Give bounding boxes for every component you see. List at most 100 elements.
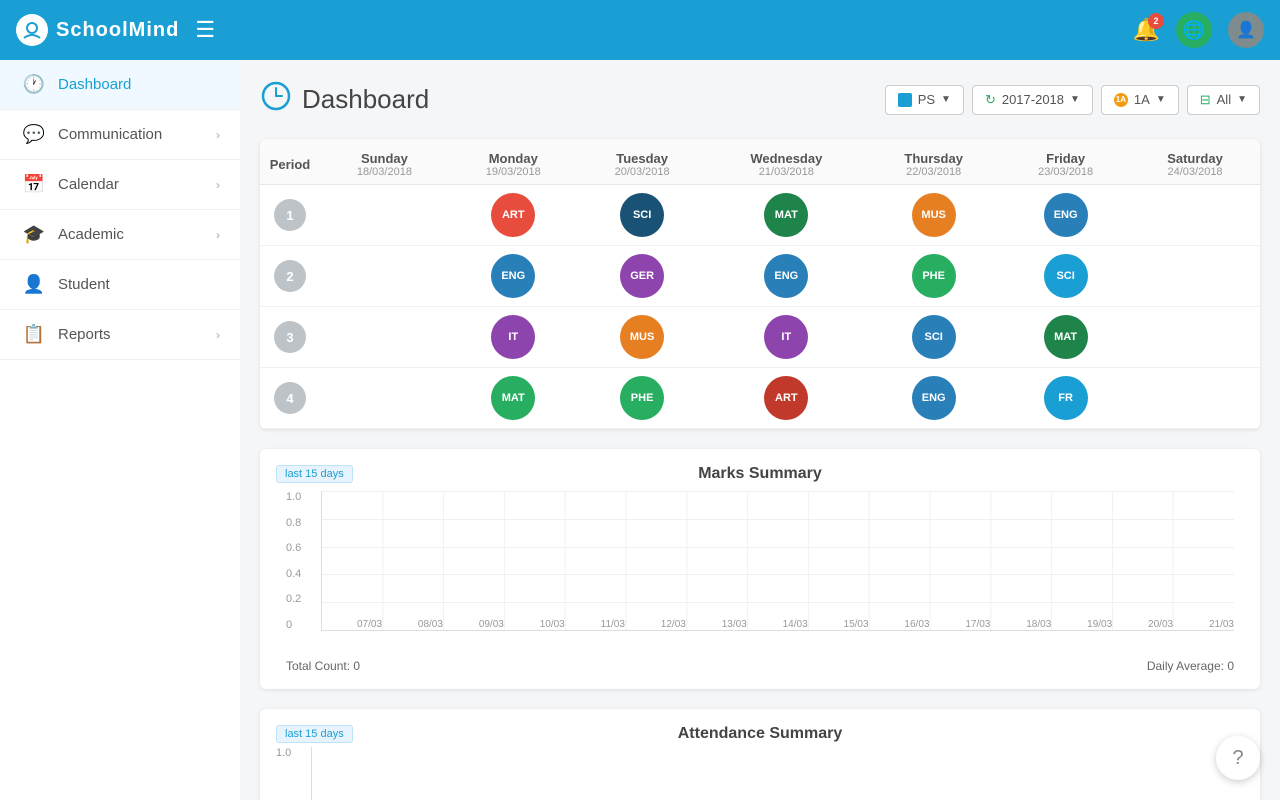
chevron-right-icon: › xyxy=(216,128,220,142)
period-cell: 1 xyxy=(260,185,320,246)
slot-saturday xyxy=(1130,368,1260,429)
subject-circle[interactable]: ART xyxy=(764,376,808,420)
period-number: 3 xyxy=(274,321,306,353)
marks-x-labels: 07/0308/0309/0310/0311/0312/0313/0314/03… xyxy=(357,619,1234,630)
subject-circle[interactable]: ENG xyxy=(491,254,535,298)
all-icon: ⊟ xyxy=(1200,92,1211,108)
marks-last-days-badge: last 15 days xyxy=(276,465,353,483)
period-number: 4 xyxy=(274,382,306,414)
student-icon: 👤 xyxy=(20,274,48,295)
subject-circle[interactable]: ENG xyxy=(764,254,808,298)
tuesday-col-header: Tuesday 20/03/2018 xyxy=(578,139,707,185)
ps-selector[interactable]: PS ▼ xyxy=(885,85,964,115)
user-avatar[interactable]: 👤 xyxy=(1228,12,1264,48)
main-layout: 🕐 Dashboard 💬 Communication › 📅 Calendar… xyxy=(0,60,1280,800)
academic-icon: 🎓 xyxy=(20,224,48,245)
subject-circle[interactable]: PHE xyxy=(912,254,956,298)
class-icon: 1A xyxy=(1114,93,1128,107)
slot-wednesday: MAT xyxy=(707,185,867,246)
period-number: 2 xyxy=(274,260,306,292)
marks-chart-grid: 07/0308/0309/0310/0311/0312/0313/0314/03… xyxy=(321,491,1234,631)
subject-circle[interactable]: MAT xyxy=(1044,315,1088,359)
all-label: All xyxy=(1217,92,1231,107)
marks-chart-footer: Total Count: 0 Daily Average: 0 xyxy=(276,659,1244,673)
app-header: SchoolMind ☰ 🔔 2 🌐 👤 xyxy=(0,0,1280,60)
sidebar-item-student[interactable]: 👤 Student xyxy=(0,260,240,310)
chevron-right-icon: › xyxy=(216,178,220,192)
subject-circle[interactable]: MAT xyxy=(491,376,535,420)
chevron-right-icon: › xyxy=(216,328,220,342)
sidebar: 🕐 Dashboard 💬 Communication › 📅 Calendar… xyxy=(0,60,240,800)
subject-circle[interactable]: ENG xyxy=(1044,193,1088,237)
slot-tuesday: PHE xyxy=(578,368,707,429)
table-row: 2 ENG GER ENG PHE SCI xyxy=(260,246,1260,307)
attendance-summary-card: last 15 days Attendance Summary 1.0 xyxy=(260,709,1260,800)
sidebar-label-calendar: Calendar xyxy=(58,176,216,193)
slot-thursday: PHE xyxy=(866,246,1001,307)
period-cell: 4 xyxy=(260,368,320,429)
subject-circle[interactable]: GER xyxy=(620,254,664,298)
subject-circle[interactable]: SCI xyxy=(912,315,956,359)
friday-col-header: Friday 23/03/2018 xyxy=(1001,139,1130,185)
marks-summary-title: Marks Summary xyxy=(698,465,822,483)
hamburger-menu[interactable]: ☰ xyxy=(195,17,215,43)
slot-friday: MAT xyxy=(1001,307,1130,368)
slot-thursday: SCI xyxy=(866,307,1001,368)
app-logo: SchoolMind xyxy=(16,14,179,46)
subject-circle[interactable]: FR xyxy=(1044,376,1088,420)
subject-circle[interactable]: SCI xyxy=(620,193,664,237)
subject-circle[interactable]: ART xyxy=(491,193,535,237)
notification-button[interactable]: 🔔 2 xyxy=(1133,17,1160,43)
all-caret: ▼ xyxy=(1237,94,1247,105)
dashboard-icon: 🕐 xyxy=(20,74,48,95)
period-cell: 2 xyxy=(260,246,320,307)
notification-badge: 2 xyxy=(1148,13,1164,29)
subject-circle[interactable]: PHE xyxy=(620,376,664,420)
logo-icon xyxy=(16,14,48,46)
sidebar-item-dashboard[interactable]: 🕐 Dashboard xyxy=(0,60,240,110)
sidebar-label-dashboard: Dashboard xyxy=(58,76,220,93)
attendance-last-days-badge: last 15 days xyxy=(276,725,353,743)
slot-wednesday: ART xyxy=(707,368,867,429)
subject-circle[interactable]: SCI xyxy=(1044,254,1088,298)
ps-icon xyxy=(898,93,912,107)
class-selector[interactable]: 1A 1A ▼ xyxy=(1101,85,1179,115)
marks-grid-svg xyxy=(322,491,1234,630)
marks-summary-card: last 15 days Marks Summary 1.00.80.60.40… xyxy=(260,449,1260,689)
help-button[interactable]: ? xyxy=(1216,736,1260,780)
page-title-icon xyxy=(260,80,292,119)
period-number: 1 xyxy=(274,199,306,231)
period-col-header: Period xyxy=(260,139,320,185)
table-row: 4 MAT PHE ART ENG FR xyxy=(260,368,1260,429)
slot-monday: ART xyxy=(449,185,578,246)
sidebar-item-calendar[interactable]: 📅 Calendar › xyxy=(0,160,240,210)
slot-monday: MAT xyxy=(449,368,578,429)
language-button[interactable]: 🌐 xyxy=(1176,12,1212,48)
slot-friday: ENG xyxy=(1001,185,1130,246)
sidebar-item-reports[interactable]: 📋 Reports › xyxy=(0,310,240,360)
chevron-right-icon: › xyxy=(216,228,220,242)
page-header: Dashboard PS ▼ ↻ 2017-2018 ▼ 1A 1A ▼ xyxy=(260,80,1260,119)
subject-circle[interactable]: MUS xyxy=(912,193,956,237)
all-selector[interactable]: ⊟ All ▼ xyxy=(1187,85,1260,115)
subject-circle[interactable]: ENG xyxy=(912,376,956,420)
subject-circle[interactable]: MUS xyxy=(620,315,664,359)
marks-y-labels: 1.00.80.60.40.20 xyxy=(286,491,316,631)
attendance-summary-header: last 15 days Attendance Summary xyxy=(276,725,1244,743)
class-caret: ▼ xyxy=(1156,94,1166,105)
monday-col-header: Monday 19/03/2018 xyxy=(449,139,578,185)
subject-circle[interactable]: MAT xyxy=(764,193,808,237)
subject-circle[interactable]: IT xyxy=(764,315,808,359)
sidebar-item-academic[interactable]: 🎓 Academic › xyxy=(0,210,240,260)
period-cell: 3 xyxy=(260,307,320,368)
year-selector[interactable]: ↻ 2017-2018 ▼ xyxy=(972,85,1093,115)
class-label: 1A xyxy=(1134,92,1150,107)
calendar-card: Period Sunday 18/03/2018 Monday 19/03/20… xyxy=(260,139,1260,429)
sidebar-item-communication[interactable]: 💬 Communication › xyxy=(0,110,240,160)
sunday-col-header: Sunday 18/03/2018 xyxy=(320,139,449,185)
subject-circle[interactable]: IT xyxy=(491,315,535,359)
header-controls: PS ▼ ↻ 2017-2018 ▼ 1A 1A ▼ ⊟ All ▼ xyxy=(885,85,1260,115)
ps-caret: ▼ xyxy=(941,94,951,105)
slot-friday: SCI xyxy=(1001,246,1130,307)
marks-total-count: Total Count: 0 xyxy=(286,659,360,673)
